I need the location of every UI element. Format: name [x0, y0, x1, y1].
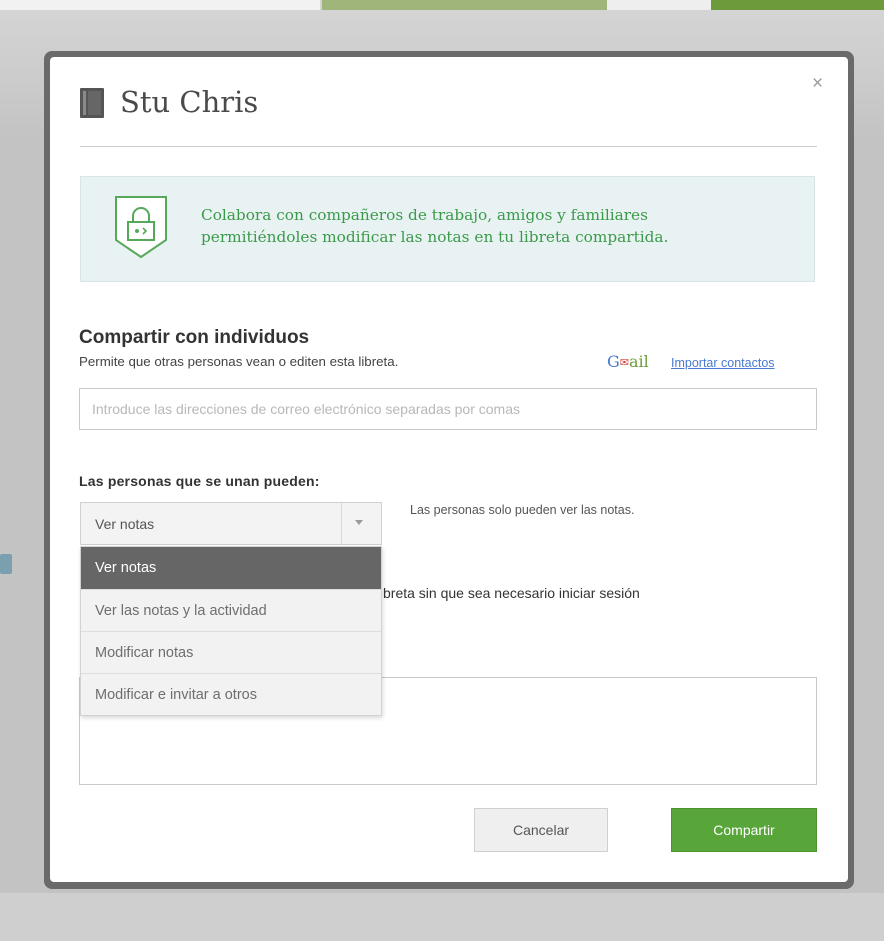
banner-line-1: Colabora con compañeros de trabajo, amig…: [201, 206, 648, 224]
dropdown-option-modify-notes[interactable]: Modificar notas: [81, 631, 381, 673]
cancel-button[interactable]: Cancelar: [474, 808, 608, 852]
background-bottom-band: [0, 893, 884, 941]
banner-line-2: permitiéndoles modificar las notas en tu…: [201, 228, 669, 246]
dropdown-option-view-notes[interactable]: Ver notas: [81, 547, 381, 589]
dialog-title: Stu Chris: [120, 85, 259, 119]
select-divider: [341, 503, 342, 544]
permission-description: Las personas solo pueden ver las notas.: [410, 503, 635, 517]
share-button[interactable]: Compartir: [671, 808, 817, 852]
banner-message: Colabora con compañeros de trabajo, amig…: [201, 204, 801, 248]
background-app-fragment: [607, 0, 711, 10]
permissions-label: Las personas que se unan pueden:: [79, 473, 320, 489]
background-app-fragment: [711, 0, 884, 10]
dropdown-option-modify-invite[interactable]: Modificar e invitar a otros: [81, 673, 381, 715]
close-icon[interactable]: ×: [812, 74, 823, 93]
lock-shield-icon: [115, 196, 167, 259]
share-subtext: Permite que otras personas vean o editen…: [79, 354, 399, 369]
permission-dropdown-menu: Ver notas Ver las notas y la actividad M…: [80, 546, 382, 716]
background-icon: [0, 554, 12, 574]
gmail-logo: G✉ail: [607, 352, 649, 373]
permission-select-value: Ver notas: [95, 516, 155, 532]
share-heading: Compartir con individuos: [79, 327, 310, 348]
import-contacts-link[interactable]: Importar contactos: [671, 356, 775, 370]
email-input[interactable]: [79, 388, 817, 430]
gmail-logo-rest: ail: [629, 352, 649, 371]
title-divider: [80, 146, 817, 147]
notebook-icon: [80, 88, 104, 118]
gmail-logo-g: G: [607, 352, 620, 371]
background-app-fragment: [322, 0, 607, 10]
background-app-fragment: [0, 0, 320, 10]
gmail-envelope-icon: ✉: [619, 356, 629, 369]
dropdown-option-view-notes-activity[interactable]: Ver las notas y la actividad: [81, 589, 381, 631]
chevron-down-icon[interactable]: [355, 520, 363, 525]
public-link-option-text: breta sin que sea necesario iniciar sesi…: [383, 585, 640, 601]
